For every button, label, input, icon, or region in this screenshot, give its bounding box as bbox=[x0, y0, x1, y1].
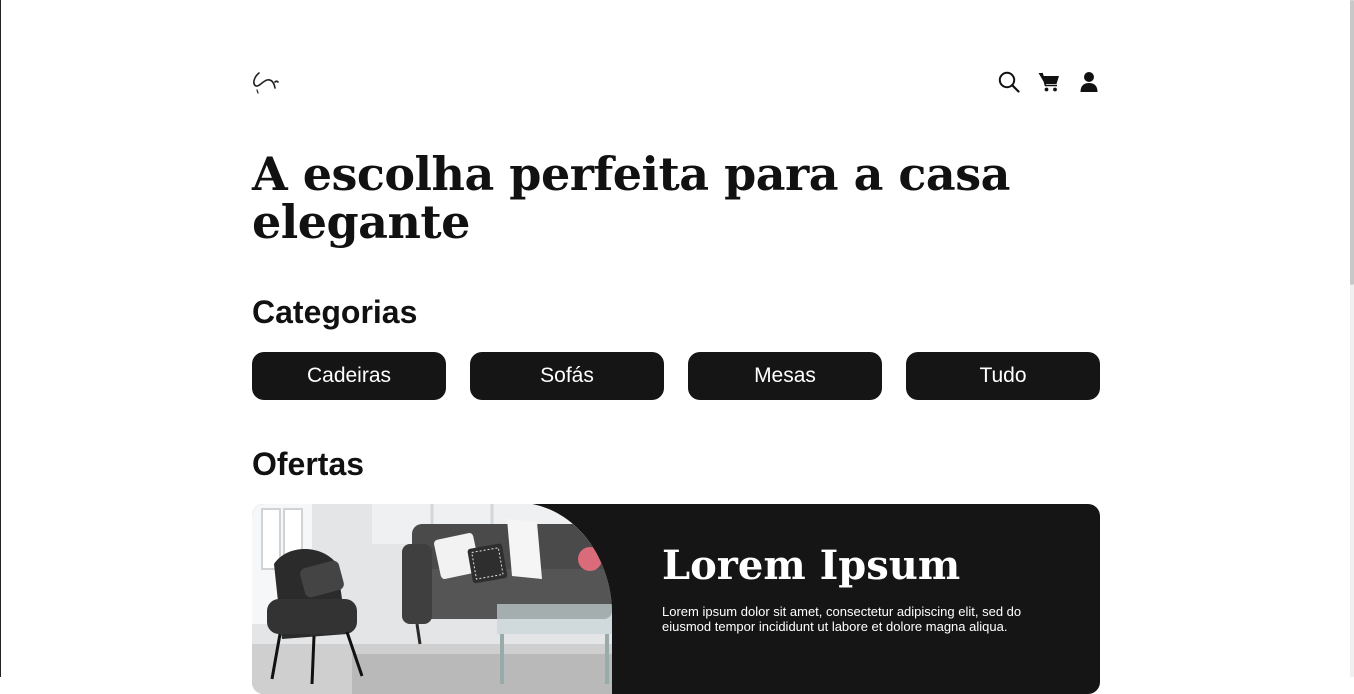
category-button-sofas[interactable]: Sofás bbox=[470, 352, 664, 400]
living-room-photo bbox=[252, 504, 612, 694]
cart-icon[interactable] bbox=[1038, 71, 1060, 93]
offers-heading: Ofertas bbox=[252, 446, 365, 482]
category-buttons: Cadeiras Sofás Mesas Tudo bbox=[252, 352, 1100, 400]
vertical-scrollbar[interactable] bbox=[1350, 0, 1354, 677]
user-icon[interactable] bbox=[1078, 71, 1100, 93]
categories-heading: Categorias bbox=[252, 294, 418, 330]
scrollbar-thumb[interactable] bbox=[1350, 0, 1354, 285]
category-button-mesas[interactable]: Mesas bbox=[688, 352, 882, 400]
category-button-tudo[interactable]: Tudo bbox=[906, 352, 1100, 400]
window-left-edge bbox=[0, 0, 1, 677]
search-icon[interactable] bbox=[998, 71, 1020, 93]
category-button-cadeiras[interactable]: Cadeiras bbox=[252, 352, 446, 400]
site-header bbox=[252, 66, 1100, 100]
swirl-logo-icon[interactable] bbox=[252, 70, 280, 96]
offer-description: Lorem ipsum dolor sit amet, consectetur … bbox=[662, 604, 1022, 634]
hero-title: A escolha perfeita para a casa elegante bbox=[252, 147, 1010, 249]
header-icons bbox=[998, 71, 1100, 93]
offer-title: Lorem Ipsum bbox=[662, 542, 961, 589]
offer-card[interactable]: Lorem Ipsum Lorem ipsum dolor sit amet, … bbox=[252, 504, 1100, 694]
